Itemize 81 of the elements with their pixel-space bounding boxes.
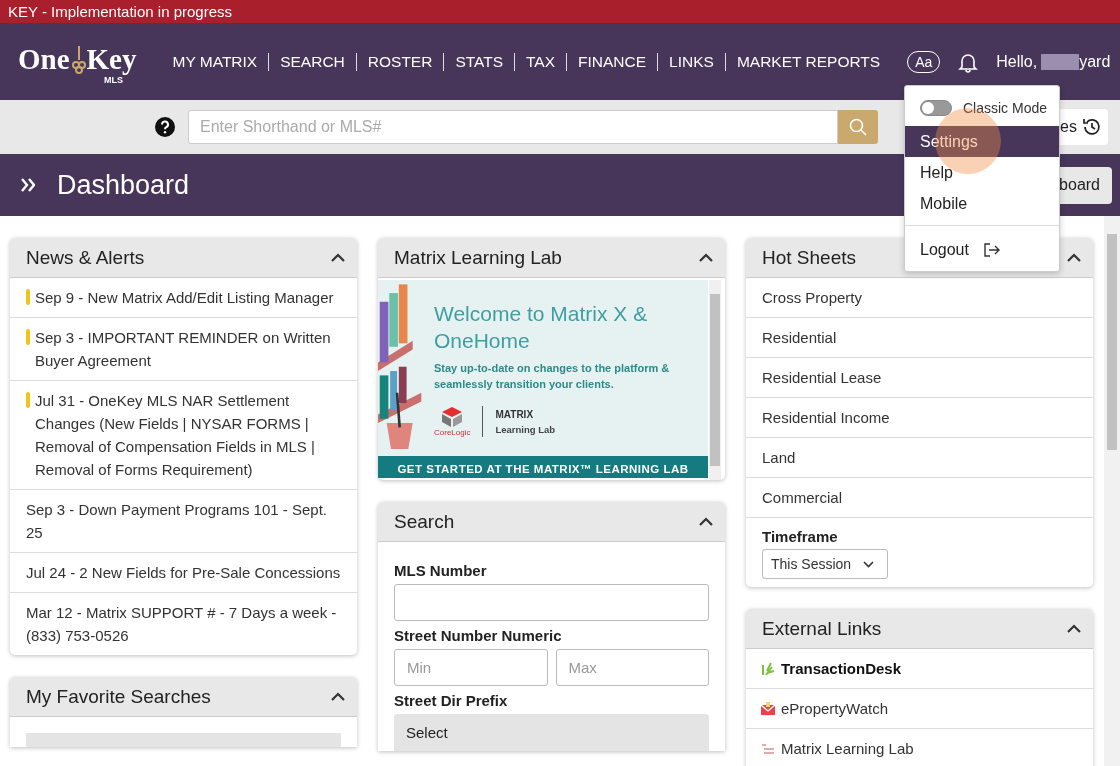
nav-link[interactable]: STATS: [443, 52, 515, 71]
collapse-button[interactable]: [1065, 622, 1083, 635]
dropdown[interactable]: Select: [394, 714, 709, 751]
panel-title: External Links: [762, 617, 882, 640]
chevron-down-icon: [863, 560, 875, 568]
double-chevron-icon: [21, 178, 35, 192]
news-link[interactable]: Sep 3 - Down Payment Programs 101 - Sept. 25: [26, 498, 343, 544]
menu-item[interactable]: Settings: [905, 126, 1059, 157]
search-icon: [849, 118, 867, 136]
brand-name: CoreLogic: [434, 428, 471, 437]
collapse-button[interactable]: [329, 690, 347, 703]
timeframe-dropdown[interactable]: This Session: [762, 549, 889, 579]
banner-headline: Welcome to Matrix X & OneHome: [434, 301, 649, 354]
redacted-name: [1041, 53, 1080, 70]
chevron-up-icon: [331, 692, 345, 701]
chevron-up-icon: [1067, 624, 1081, 633]
product-subtitle: Learning Lab: [495, 423, 556, 435]
leaf-icon: [760, 660, 776, 677]
logout-icon: [982, 241, 1001, 258]
nav-link[interactable]: MY MATRIX: [172, 52, 269, 71]
panel-title: Search: [394, 510, 455, 533]
hot-sheet-link[interactable]: Commercial: [746, 478, 1093, 518]
external-link[interactable]: TransactionDesk: [746, 649, 1093, 689]
chevron-up-icon: [331, 253, 345, 262]
cube-icon: [441, 406, 464, 428]
logo-text: One: [18, 44, 70, 74]
product-name: MATRIX: [495, 408, 535, 420]
help-icon: [155, 117, 175, 137]
panel-title: My Favorite Searches: [26, 685, 211, 708]
input-field[interactable]: Min: [394, 649, 548, 686]
scrollbar[interactable]: [709, 280, 721, 480]
toggle-switch[interactable]: [920, 100, 952, 116]
user-name: yard: [1079, 52, 1111, 71]
panel-title: Matrix Learning Lab: [394, 246, 562, 269]
input-field[interactable]: [394, 584, 709, 621]
collapse-button[interactable]: [1065, 251, 1083, 264]
status-banner: KEY - Implementation in progress: [0, 0, 1120, 23]
menu-item[interactable]: Logout: [905, 234, 1059, 265]
scrollbar[interactable]: [1104, 216, 1120, 766]
field-label: Street Dir Prefix: [394, 692, 509, 709]
hot-sheet-link[interactable]: Residential: [746, 318, 1093, 358]
field-label: MLS Number: [394, 562, 488, 579]
hot-sheet-link[interactable]: Cross Property: [746, 278, 1093, 318]
nav-link[interactable]: SEARCH: [268, 52, 356, 71]
history-icon: [1081, 116, 1103, 138]
hot-sheet-link[interactable]: Residential Income: [746, 398, 1093, 438]
banner-call-to-action: GET STARTED AT THE MATRIX™ LEARNING LAB: [378, 456, 708, 478]
nav-link[interactable]: FINANCE: [566, 52, 658, 71]
nav-link[interactable]: MARKET REPORTS: [724, 52, 892, 71]
greeting-text: Hello,: [996, 52, 1038, 71]
nav-link[interactable]: ROSTER: [355, 52, 444, 71]
logo-subtitle: MLS: [104, 75, 123, 85]
news-link[interactable]: Sep 3 - IMPORTANT REMINDER on Written Buyer Agreement: [35, 326, 343, 372]
chevron-up-icon: [699, 253, 713, 262]
news-link[interactable]: Jul 24 - 2 New Fields for Pre-Sale Concessions: [26, 561, 341, 584]
collapse-button[interactable]: [329, 251, 347, 264]
nav-link[interactable]: TAX: [514, 52, 567, 71]
nav-link[interactable]: LINKS: [657, 52, 725, 71]
external-link[interactable]: ePropertyWatch: [746, 689, 1093, 729]
envelope-icon: [760, 700, 776, 717]
news-link[interactable]: Jul 31 - OneKey MLS NAR Settlement Changes (New Fields | NYSAR FORMS | Removal of Compensation Fields in MLS | Removal of Forms Requirement): [35, 389, 343, 481]
banner-subtext: Stay up-to-date on changes to the platform & seamlessly transition your clients.: [434, 361, 671, 392]
collapse-button[interactable]: [697, 251, 715, 264]
field-label: Timeframe: [762, 528, 839, 545]
page-title: Dashboard: [57, 169, 190, 201]
chevron-up-icon: [1067, 253, 1081, 262]
hot-sheet-link[interactable]: Residential Lease: [746, 358, 1093, 398]
news-link[interactable]: Sep 9 - New Matrix Add/Edit Listing Manager: [35, 286, 334, 309]
search-field[interactable]: Enter Shorthand or MLS#: [188, 110, 838, 144]
chevron-up-icon: [699, 517, 713, 526]
field-label: Street Number Numeric: [394, 627, 563, 644]
key-icon: [71, 44, 86, 74]
collapse-button[interactable]: [697, 515, 715, 528]
external-link[interactable]: Matrix Learning Lab: [746, 729, 1093, 766]
logo-text: Key: [86, 44, 137, 74]
panel-title: Hot Sheets: [762, 246, 856, 269]
news-link[interactable]: Mar 12 - Matrix SUPPORT # - 7 Days a week - (833) 753-0526: [26, 601, 343, 647]
hot-sheet-link[interactable]: Land: [746, 438, 1093, 478]
input-field[interactable]: Max: [555, 649, 709, 686]
learning-lab-banner[interactable]: Welcome to Matrix X & OneHome Stay up-to-date on changes to the platform & seamlessly transition your clients. CoreLogic MATRIX Learning Lab GET STARTED AT THE MATRIX™ LEARNING LAB: [378, 280, 708, 478]
panel-title: News & Alerts: [26, 246, 145, 269]
